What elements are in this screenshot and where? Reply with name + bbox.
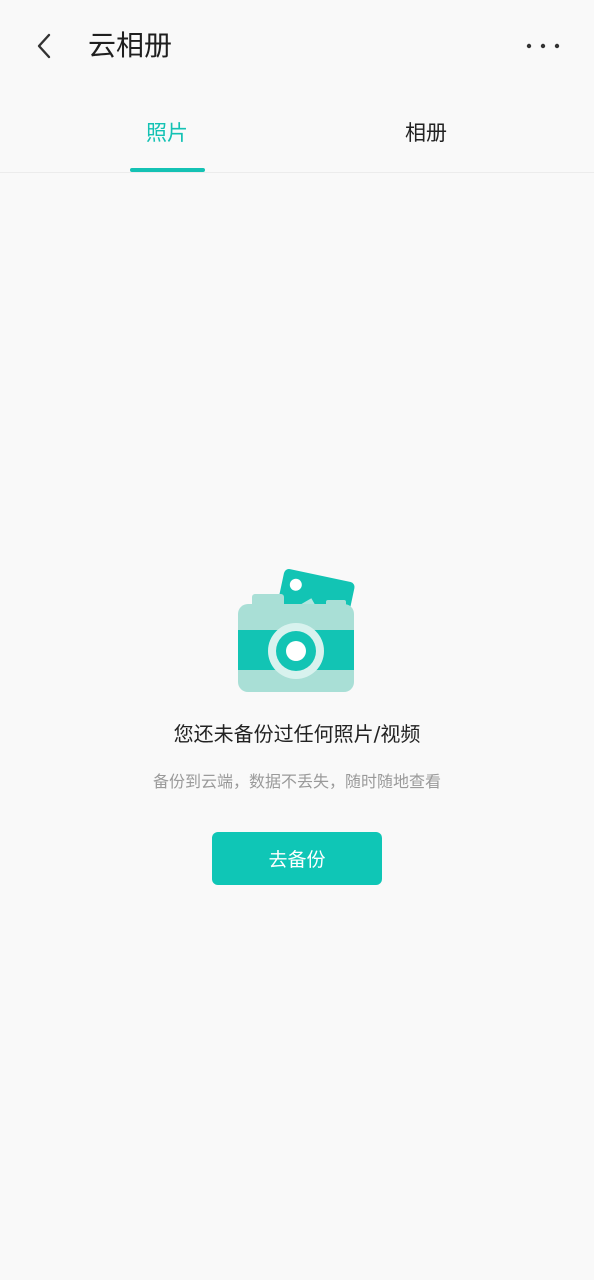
chevron-left-icon	[37, 33, 51, 59]
tab-bar: 照片 相册	[0, 92, 594, 173]
tab-photos[interactable]: 照片	[67, 92, 267, 172]
tab-albums[interactable]: 相册	[326, 92, 526, 172]
backup-button[interactable]: 去备份	[212, 832, 382, 885]
active-tab-indicator	[130, 168, 205, 172]
page-title: 云相册	[88, 29, 173, 62]
back-button[interactable]	[22, 24, 66, 68]
empty-state-subtitle: 备份到云端，数据不丢失，随时随地查看	[152, 772, 441, 791]
more-horizontal-icon	[526, 43, 560, 49]
more-button[interactable]	[518, 26, 568, 66]
app-header: 云相册	[0, 0, 594, 92]
empty-state-title: 您还未备份过任何照片/视频	[173, 722, 421, 746]
camera-photo-icon	[238, 569, 355, 692]
